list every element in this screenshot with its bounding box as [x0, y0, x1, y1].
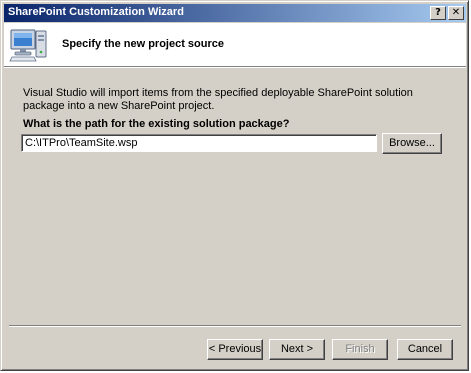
wizard-window: SharePoint Customization Wizard ? ✕ Spec…: [0, 0, 469, 371]
wizard-header: Specify the new project source: [4, 23, 466, 68]
next-button[interactable]: Next >: [269, 339, 325, 360]
title-bar[interactable]: SharePoint Customization Wizard ? ✕: [4, 4, 466, 22]
path-question-label: What is the path for the existing soluti…: [23, 118, 290, 130]
cancel-button[interactable]: Cancel: [397, 339, 453, 360]
footer-divider: [9, 325, 461, 327]
previous-button[interactable]: < Previous: [207, 339, 263, 360]
computer-icon: [9, 29, 47, 62]
solution-package-path-input[interactable]: [21, 134, 377, 152]
page-title: Specify the new project source: [62, 38, 224, 50]
close-button[interactable]: ✕: [448, 6, 464, 20]
browse-button[interactable]: Browse...: [382, 133, 442, 154]
help-button[interactable]: ?: [430, 6, 446, 20]
finish-button[interactable]: Finish: [332, 339, 388, 360]
window-title: SharePoint Customization Wizard: [8, 6, 184, 18]
description-text: Visual Studio will import items from the…: [23, 87, 413, 112]
